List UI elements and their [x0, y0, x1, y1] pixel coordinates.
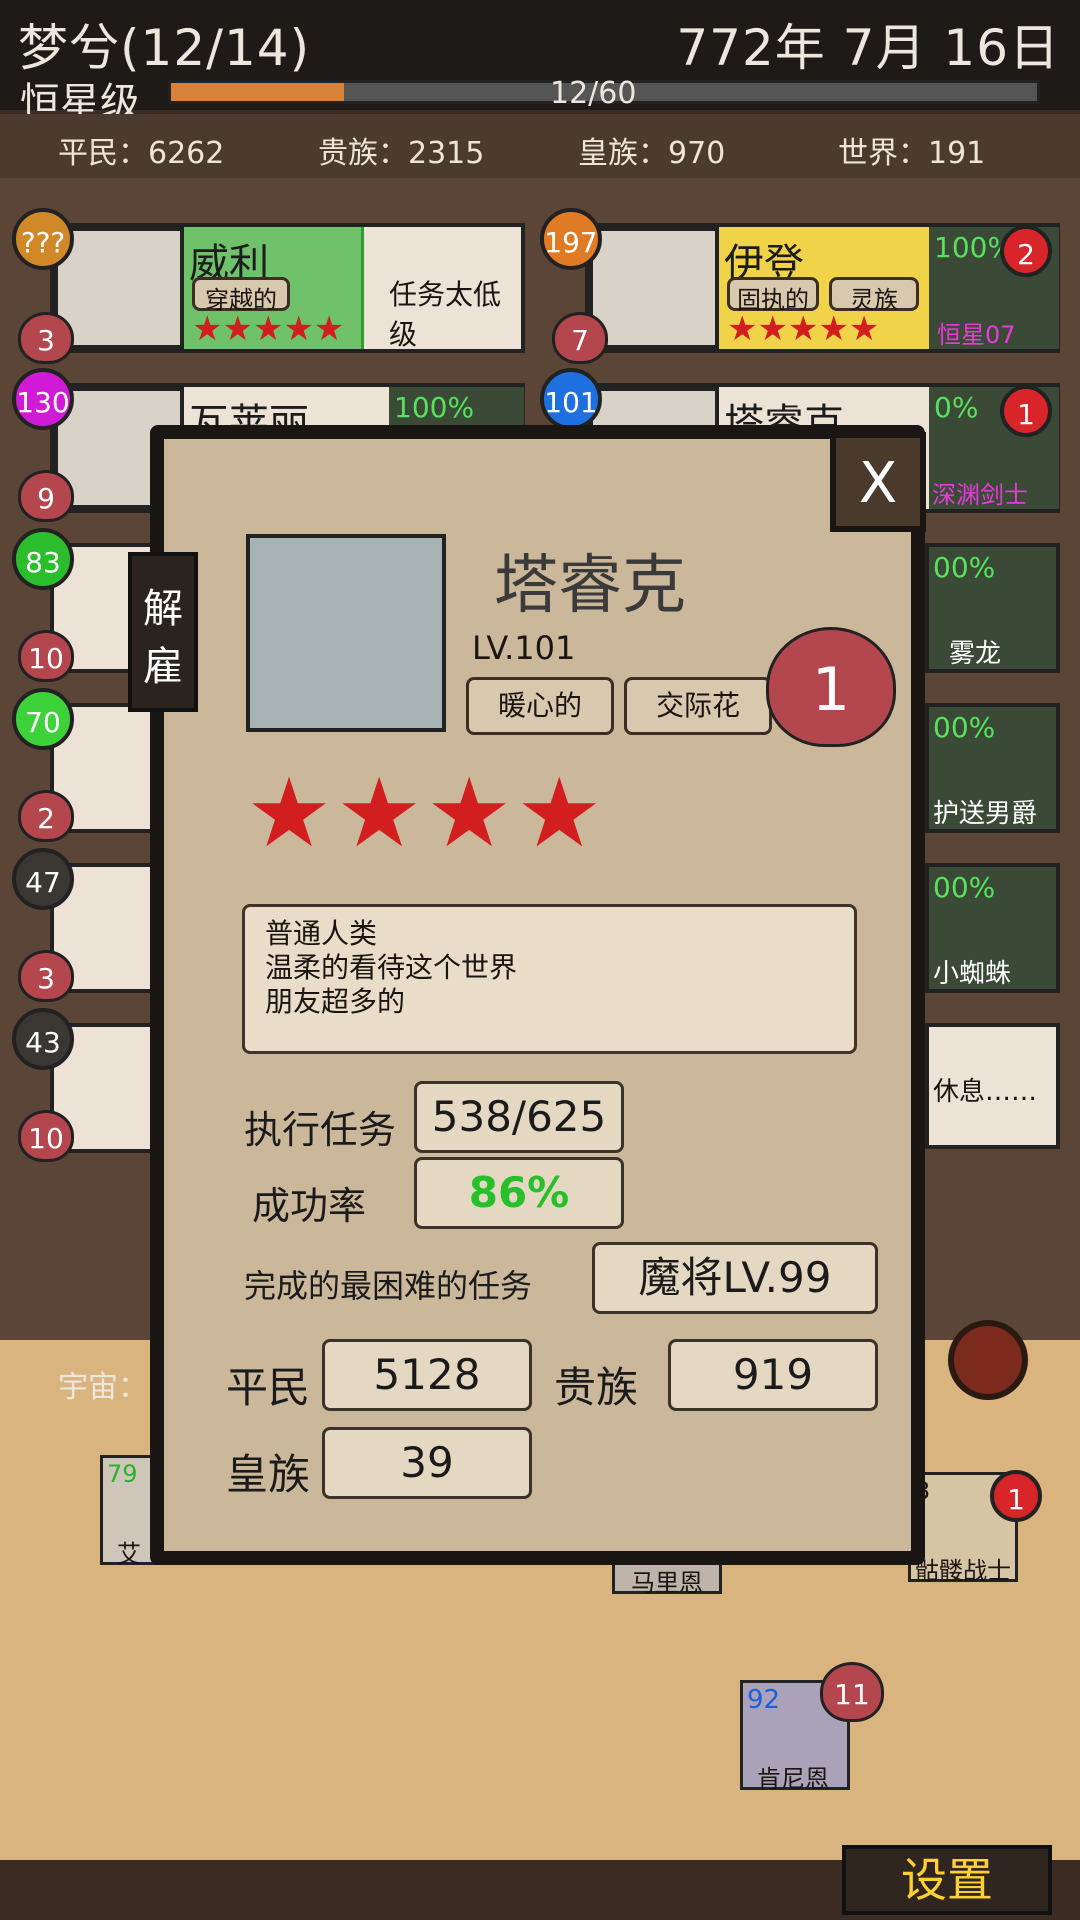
heart-icon: 10 [18, 630, 74, 682]
close-button[interactable]: X [830, 432, 926, 532]
avatar [54, 227, 184, 349]
mission-card[interactable]: 00% 小蜘蛛 [925, 863, 1060, 993]
mission-percent: 00% [933, 871, 996, 904]
unit-name: 肯尼恩 [757, 1765, 829, 1793]
mission-name: 深渊剑士 [932, 481, 1028, 509]
heart-icon: 3 [18, 312, 74, 364]
game-screen: 梦兮(12/14) 772年 7月 16日 恒星级 12/60 平民：6262 … [0, 0, 1080, 1920]
trait-chip: 暖心的 [466, 677, 614, 735]
character-level: LV.101 [472, 629, 576, 667]
description-line: 普通人类 [265, 917, 378, 950]
mission-card[interactable]: 00% 护送男爵 [925, 703, 1060, 833]
mission-percent: 100% [394, 391, 475, 424]
rank-progress-text: 12/60 [550, 76, 637, 111]
rank-progress-fill [171, 83, 345, 101]
settings-button[interactable]: 设置 [842, 1845, 1052, 1915]
mission-name: 雾龙 [949, 639, 1002, 669]
mission-name: 休息…… [933, 1077, 1038, 1107]
commoner-label: 平民 [226, 1363, 311, 1412]
star-rating: ★★★★ [246, 757, 607, 869]
royal-label: 皇族 [226, 1450, 311, 1499]
trait-chip: 灵族 [829, 277, 919, 314]
stat-world: 世界：191 [838, 136, 986, 171]
missions-value: 538/625 [414, 1081, 624, 1153]
mission-percent: 00% [933, 551, 996, 584]
character-name: 塔睿克 [494, 549, 686, 623]
level-badge: 47 [12, 848, 74, 910]
heart-icon: 10 [18, 1110, 74, 1162]
star-rating: ★★★★★ [192, 309, 345, 349]
unit-name: 骷髅战士 [915, 1557, 1011, 1585]
trait-chip: 穿越的 [192, 277, 290, 314]
dismiss-button[interactable]: 解雇 [128, 552, 198, 712]
success-rate-label: 成功率 [252, 1184, 367, 1228]
mission-card[interactable]: 休息…… [925, 1023, 1060, 1149]
trait-chip: 交际花 [624, 677, 772, 735]
mission-name: 恒星07 [937, 321, 1016, 349]
heart-icon: 7 [552, 312, 608, 364]
stat-noble: 贵族：2315 [318, 136, 485, 171]
character-detail-panel: 塔睿克 LV.101 暖心的 交际花 1 ★★★★ 普通人类 温柔的看待这个世界… [150, 425, 925, 1565]
alert-badge: 2 [1000, 225, 1052, 277]
level-badge: 130 [12, 368, 74, 430]
adventurer-card-eden[interactable]: 伊登 固执的 灵族 ★★★★★ 100% 恒星07 [585, 223, 1060, 353]
heart-icon: 1 [766, 627, 896, 747]
royal-value: 39 [322, 1427, 532, 1499]
level-badge: ??? [12, 208, 74, 270]
mission-card[interactable]: 00% 雾龙 [925, 543, 1060, 673]
stat-royal: 皇族：970 [578, 136, 726, 171]
hardest-mission-label: 完成的最困难的任务 [244, 1267, 533, 1305]
hardest-mission-value: 魔将LV.99 [592, 1242, 878, 1314]
alert-badge: 1 [1000, 385, 1052, 437]
unit-level: 79 [107, 1460, 138, 1488]
missions-label: 执行任务 [244, 1108, 397, 1152]
trait-chip: 固执的 [727, 277, 819, 314]
success-rate-value: 86% [414, 1157, 624, 1229]
heart-icon: 2 [18, 790, 74, 842]
heart-icon: 3 [18, 950, 74, 1002]
commoner-value: 5128 [322, 1339, 532, 1411]
level-badge: 101 [540, 368, 602, 430]
heart-icon: 11 [820, 1662, 884, 1722]
population-stats: 平民：6262 贵族：2315 皇族：970 世界：191 [0, 114, 1080, 178]
noble-value: 919 [668, 1339, 878, 1411]
character-description: 普通人类 温柔的看待这个世界 朋友超多的 [242, 904, 857, 1054]
description-line: 温柔的看待这个世界 [265, 951, 518, 984]
card-note: 任务太低级 [389, 278, 502, 351]
unit-level: 92 [747, 1685, 781, 1715]
level-badge: 197 [540, 208, 602, 270]
level-badge: 70 [12, 688, 74, 750]
heart-icon: 9 [18, 470, 74, 522]
description-line: 朋友超多的 [265, 985, 406, 1018]
alert-badge: 1 [990, 1470, 1042, 1522]
emblem-icon[interactable] [948, 1320, 1028, 1400]
game-date: 772年 7月 16日 [676, 19, 1060, 77]
stat-commoner: 平民：6262 [58, 136, 225, 171]
star-rating: ★★★★★ [727, 309, 880, 349]
top-bar: 梦兮(12/14) 772年 7月 16日 恒星级 12/60 [0, 0, 1080, 126]
mission-percent: 0% [934, 391, 979, 424]
avatar [589, 227, 719, 349]
mission-percent: 00% [933, 711, 996, 744]
noble-label: 贵族 [554, 1363, 639, 1412]
mission-name: 小蜘蛛 [933, 959, 1012, 989]
mission-name: 护送男爵 [933, 799, 1038, 829]
level-badge: 83 [12, 528, 74, 590]
unit-name[interactable]: 马里恩 [612, 1560, 722, 1597]
adventurer-card-willy[interactable]: 威利 穿越的 任务太低级 ★★★★★ [50, 223, 525, 353]
character-portrait [246, 534, 446, 732]
unit-name: 艾 [117, 1540, 141, 1568]
level-badge: 43 [12, 1008, 74, 1070]
